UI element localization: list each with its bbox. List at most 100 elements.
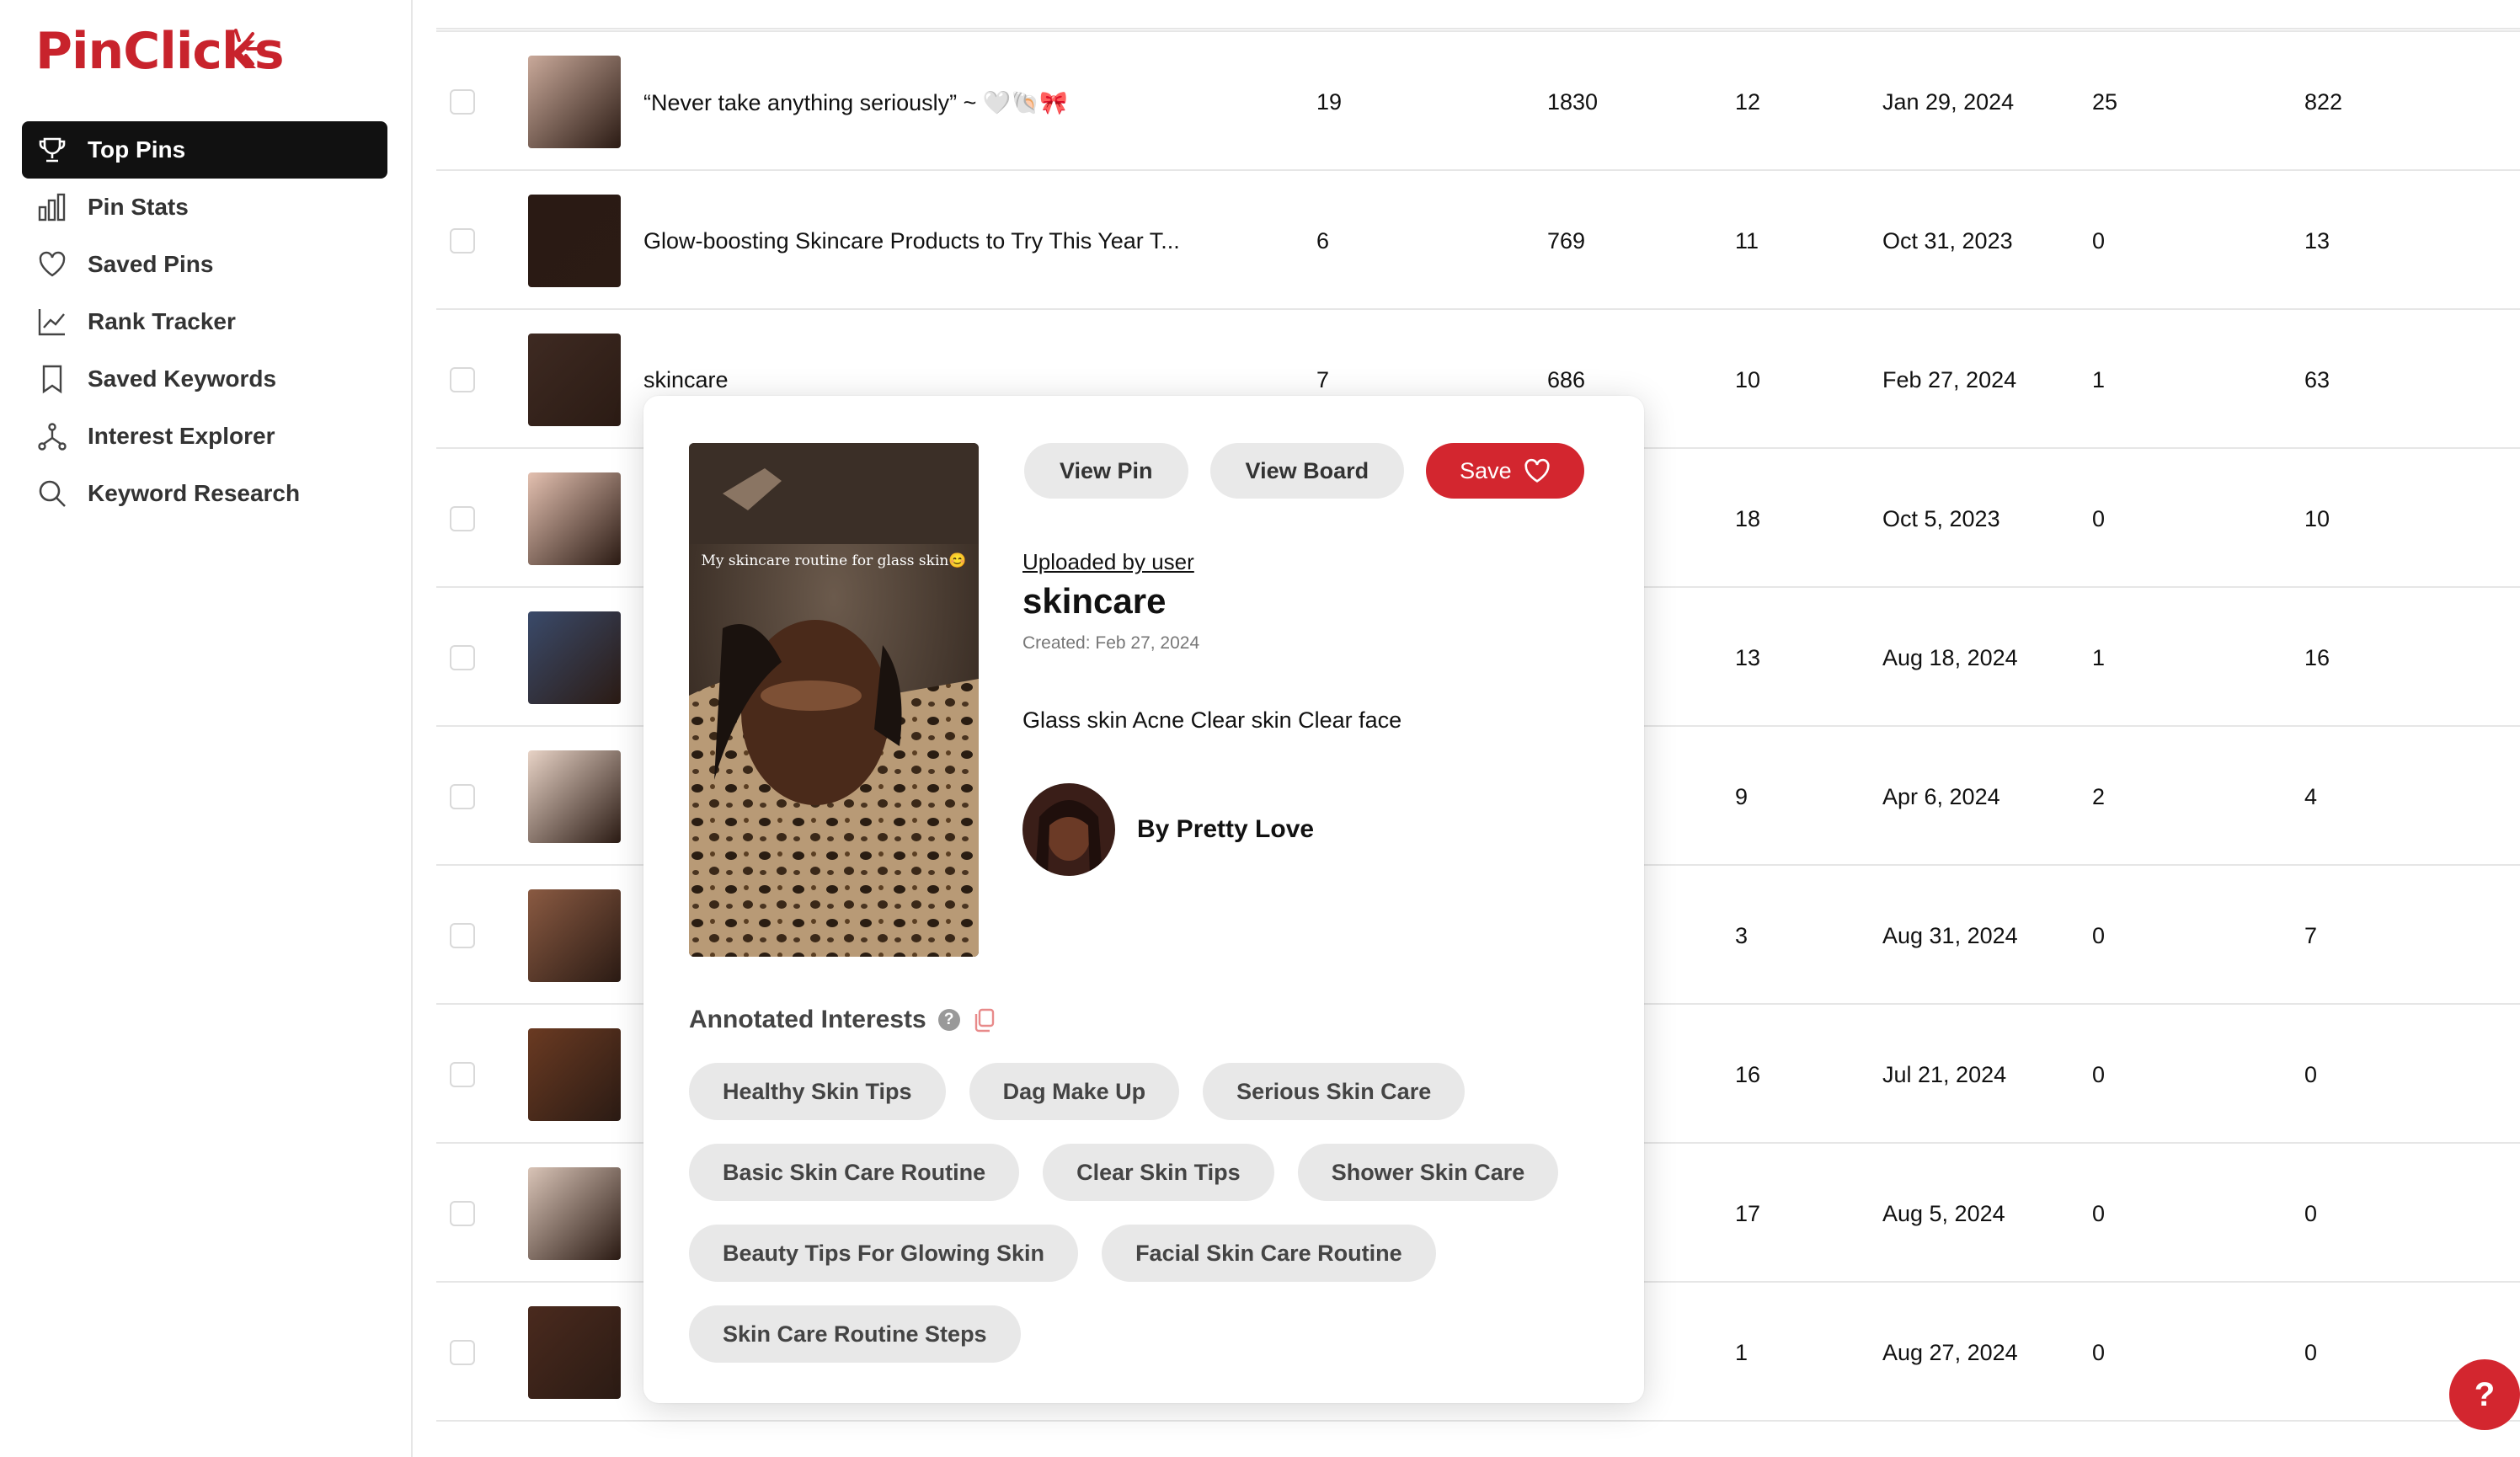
metric-cell: 16 — [1735, 1062, 1761, 1087]
sidebar-item-label: Interest Explorer — [88, 423, 275, 449]
heart-icon — [35, 248, 69, 281]
date-cell: Aug 18, 2024 — [1882, 645, 2018, 670]
sidebar-nav: Top Pins Pin Stats Saved Pins Rank Track… — [22, 121, 387, 522]
row-checkbox[interactable] — [450, 1340, 475, 1365]
sidebar-item-saved-keywords[interactable]: Saved Keywords — [22, 350, 387, 408]
metric-cell: 10 — [2304, 506, 2330, 531]
avatar[interactable] — [1022, 783, 1115, 876]
date-cell: Jan 29, 2024 — [1882, 89, 2015, 115]
tag-row: Basic Skin Care Routine Clear Skin Tips Sh… — [689, 1144, 1615, 1201]
pin-thumbnail[interactable] — [528, 334, 621, 426]
interest-tag[interactable]: Shower Skin Care — [1297, 1144, 1559, 1201]
save-button-label: Save — [1460, 457, 1512, 483]
trophy-icon — [35, 133, 69, 167]
pin-photo — [689, 443, 979, 957]
metric-cell: 3 — [1735, 923, 1749, 948]
heart-icon — [1524, 458, 1550, 483]
interest-tag[interactable]: Facial Skin Care Routine — [1102, 1225, 1436, 1282]
table-row[interactable] — [436, 0, 2520, 29]
row-checkbox[interactable] — [450, 89, 475, 115]
date-cell: Oct 5, 2023 — [1882, 506, 2000, 531]
date-cell: Jul 21, 2024 — [1882, 1062, 2007, 1087]
popup-actions: View Pin View Board Save — [1024, 443, 1584, 499]
uploaded-by-link[interactable]: Uploaded by user — [1022, 549, 1194, 575]
row-checkbox[interactable] — [450, 784, 475, 809]
interest-tag[interactable]: Healthy Skin Tips — [689, 1063, 946, 1120]
sidebar-item-pin-stats[interactable]: Pin Stats — [22, 179, 387, 236]
row-checkbox[interactable] — [450, 367, 475, 392]
metric-cell: 13 — [2304, 228, 2330, 254]
interest-tag[interactable]: Basic Skin Care Routine — [689, 1144, 1020, 1201]
pin-thumbnail[interactable] — [528, 889, 621, 982]
row-checkbox[interactable] — [450, 1201, 475, 1226]
pin-title-cell[interactable]: “Never take anything seriously” ~ 🤍🐚🎀 — [643, 89, 1068, 116]
table-row[interactable]: Glow-boosting Skincare Products to Try T… — [436, 171, 2520, 310]
date-cell: Oct 31, 2023 — [1882, 228, 2013, 254]
sidebar-item-keyword-research[interactable]: Keyword Research — [22, 465, 387, 522]
pin-thumbnail[interactable] — [528, 56, 621, 148]
help-button[interactable]: ? — [2449, 1359, 2520, 1430]
row-checkbox[interactable] — [450, 1062, 475, 1087]
pin-detail-popup: My skincare routine for glass skin😊 View… — [643, 396, 1644, 1403]
metric-cell: 0 — [2092, 1062, 2106, 1087]
metric-cell: 1 — [2092, 645, 2106, 670]
metric-cell: 0 — [2092, 1201, 2106, 1226]
author-name[interactable]: By Pretty Love — [1137, 815, 1314, 844]
row-checkbox[interactable] — [450, 228, 475, 254]
annotated-interests-title: Annotated Interests — [689, 1006, 926, 1033]
pin-image[interactable]: My skincare routine for glass skin😊 — [689, 443, 979, 957]
interest-tag[interactable]: Beauty Tips For Glowing Skin — [689, 1225, 1079, 1282]
copy-icon[interactable] — [972, 1007, 996, 1033]
pin-title-cell[interactable]: Glow-boosting Skincare Products to Try T… — [643, 228, 1180, 254]
pin-thumbnail[interactable] — [528, 1306, 621, 1399]
row-checkbox[interactable] — [450, 923, 475, 948]
sidebar: PinClicks Top Pins Pin Stats Saved Pins — [0, 0, 413, 1457]
pin-thumbnail[interactable] — [528, 1028, 621, 1121]
sidebar-item-saved-pins[interactable]: Saved Pins — [22, 236, 387, 293]
pin-thumbnail[interactable] — [528, 195, 621, 287]
metric-cell: 0 — [2092, 1340, 2106, 1365]
pin-thumbnail[interactable] — [528, 750, 621, 843]
sidebar-item-rank-tracker[interactable]: Rank Tracker — [22, 293, 387, 350]
row-checkbox[interactable] — [450, 506, 475, 531]
interest-tag[interactable]: Dag Make Up — [969, 1063, 1180, 1120]
avatar-photo — [1022, 783, 1115, 876]
pin-thumbnail[interactable] — [528, 472, 621, 565]
metric-cell: 11 — [1735, 228, 1759, 254]
sidebar-item-interest-explorer[interactable]: Interest Explorer — [22, 408, 387, 465]
date-cell: Aug 5, 2024 — [1882, 1201, 2005, 1226]
metric-cell: 7 — [1316, 367, 1330, 392]
view-pin-button[interactable]: View Pin — [1024, 443, 1188, 499]
pin-thumbnail[interactable] — [528, 1167, 621, 1260]
metric-cell: 19 — [1316, 89, 1343, 115]
search-icon — [35, 477, 69, 510]
help-icon[interactable]: ? — [937, 1009, 960, 1031]
metric-cell: 4 — [2304, 784, 2318, 809]
pin-title: skincare — [1022, 581, 1167, 621]
pin-title-cell[interactable]: skincare — [643, 367, 729, 393]
interest-tag[interactable]: Clear Skin Tips — [1043, 1144, 1274, 1201]
sidebar-item-label: Rank Tracker — [88, 308, 236, 334]
metric-cell: 1 — [1735, 1340, 1749, 1365]
bookmark-icon — [35, 362, 69, 396]
pin-thumbnail[interactable] — [528, 611, 621, 704]
metric-cell: 686 — [1547, 367, 1586, 392]
metric-cell: 0 — [2092, 506, 2106, 531]
interest-tag[interactable]: Serious Skin Care — [1203, 1063, 1466, 1120]
sidebar-item-label: Keyword Research — [88, 480, 301, 506]
metric-cell: 1 — [2092, 367, 2106, 392]
metric-cell: 0 — [2304, 1340, 2318, 1365]
table-row[interactable]: “Never take anything seriously” ~ 🤍🐚🎀 19 1… — [436, 32, 2520, 171]
bar-chart-icon — [35, 190, 69, 224]
row-checkbox[interactable] — [450, 645, 475, 670]
metric-cell: 63 — [2304, 367, 2330, 392]
sidebar-item-label: Top Pins — [88, 136, 186, 163]
metric-cell: 17 — [1735, 1201, 1761, 1226]
sidebar-item-label: Pin Stats — [88, 194, 189, 220]
metric-cell: 6 — [1316, 228, 1330, 254]
save-button[interactable]: Save — [1426, 443, 1584, 499]
interest-tag[interactable]: Skin Care Routine Steps — [689, 1305, 1021, 1363]
sidebar-item-top-pins[interactable]: Top Pins — [22, 121, 387, 179]
date-cell: Aug 31, 2024 — [1882, 923, 2018, 948]
view-board-button[interactable]: View Board — [1209, 443, 1405, 499]
